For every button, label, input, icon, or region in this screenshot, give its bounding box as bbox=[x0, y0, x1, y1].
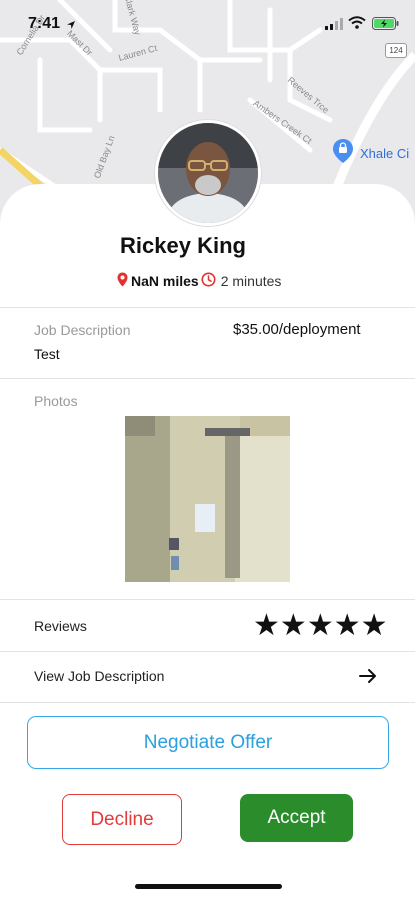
photos-label: Photos bbox=[34, 393, 78, 409]
accept-button[interactable]: Accept bbox=[240, 794, 353, 842]
job-photo[interactable] bbox=[125, 416, 290, 582]
distance-text: NaN miles bbox=[131, 273, 199, 289]
reviews-label: Reviews bbox=[34, 618, 87, 634]
decline-button[interactable]: Decline bbox=[62, 794, 182, 845]
view-job-description-label: View Job Description bbox=[34, 668, 165, 684]
divider bbox=[0, 307, 415, 308]
star-rating: ★ ★ ★ ★ ★ bbox=[253, 609, 388, 642]
star-icon: ★ bbox=[306, 609, 334, 642]
wifi-icon bbox=[348, 16, 366, 34]
status-bar: 7:41 bbox=[0, 0, 415, 48]
battery-icon bbox=[372, 17, 399, 35]
divider bbox=[0, 378, 415, 379]
star-icon: ★ bbox=[279, 609, 307, 642]
job-description-label: Job Description bbox=[34, 322, 131, 338]
clock-icon bbox=[201, 272, 216, 290]
avatar bbox=[155, 120, 261, 226]
location-arrow-icon bbox=[66, 17, 76, 35]
view-job-description-row[interactable]: View Job Description bbox=[0, 652, 415, 702]
star-icon: ★ bbox=[333, 609, 361, 642]
divider bbox=[0, 599, 415, 600]
provider-meta: NaN miles 2 minutes bbox=[117, 271, 281, 291]
status-time: 7:41 bbox=[28, 15, 61, 32]
star-icon: ★ bbox=[253, 609, 280, 642]
map-pin-icon bbox=[117, 272, 128, 290]
negotiate-offer-button[interactable]: Negotiate Offer bbox=[27, 716, 389, 769]
arrow-right-icon bbox=[358, 667, 378, 690]
duration-text: 2 minutes bbox=[220, 273, 282, 289]
job-price: $35.00/deployment bbox=[233, 321, 361, 338]
job-description-text: Test bbox=[34, 346, 60, 362]
star-icon: ★ bbox=[360, 609, 388, 642]
divider bbox=[0, 702, 415, 703]
cell-signal-icon bbox=[325, 17, 343, 35]
provider-name: Rickey King bbox=[120, 233, 246, 258]
poi-label: Xhale Ci bbox=[360, 146, 410, 161]
home-indicator[interactable] bbox=[135, 884, 282, 889]
